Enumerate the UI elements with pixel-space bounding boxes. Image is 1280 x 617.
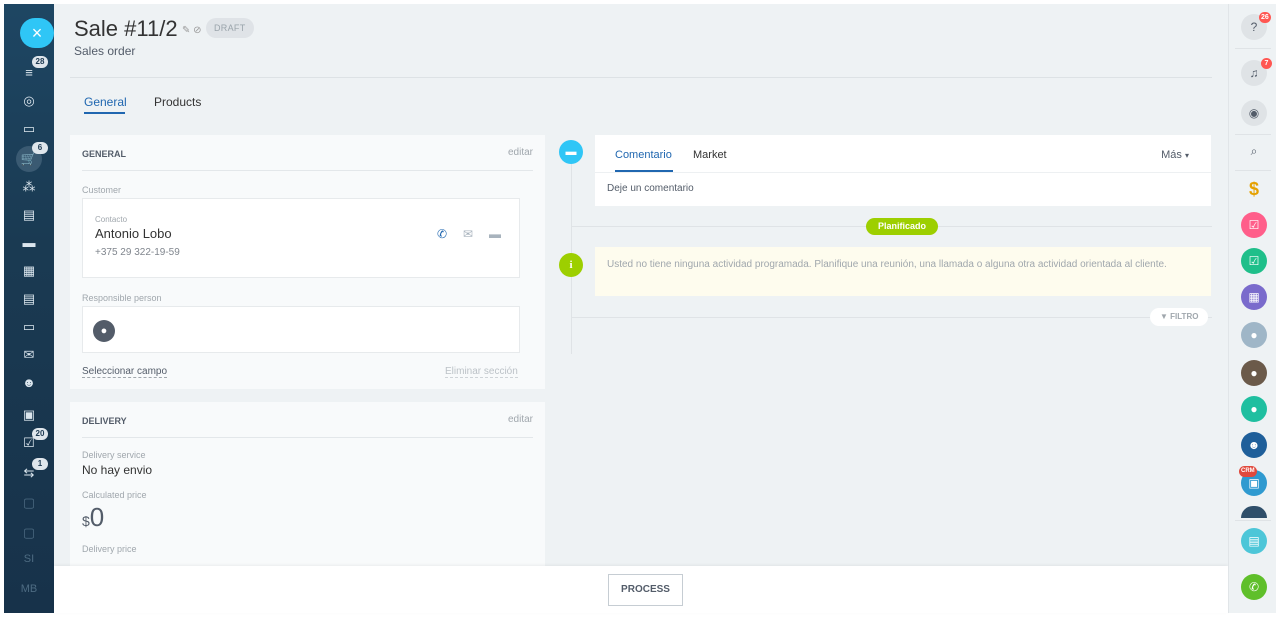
process-button[interactable]: PROCESS xyxy=(608,574,683,606)
delivery-edit-link[interactable]: editar xyxy=(508,414,533,425)
cart-badge: 6 xyxy=(32,142,48,154)
filter-icon: ▼ xyxy=(1160,312,1168,321)
delivery-service-value: No hay envio xyxy=(82,463,153,477)
divider xyxy=(1235,520,1271,521)
chat-icon[interactable]: ▬ xyxy=(18,232,40,254)
delivery-card: DELIVERY editar Delivery service No hay … xyxy=(70,402,545,572)
planned-badge: Planificado xyxy=(866,218,939,235)
help-badge: 26 xyxy=(1259,12,1271,23)
status-badge: DRAFT xyxy=(206,18,254,38)
share-icon[interactable]: ⁂ xyxy=(18,176,40,198)
window-icon[interactable]: ▭ xyxy=(18,118,40,140)
chat-icon[interactable]: ◉ xyxy=(1241,100,1267,126)
contact-card-icon[interactable]: ▣ xyxy=(18,404,40,426)
edit-link-icons[interactable]: ✎ ⊘ xyxy=(182,25,202,36)
currency-symbol: $ xyxy=(82,513,90,529)
contact-phone: +375 29 322-19-59 xyxy=(95,247,180,258)
phone-icon[interactable]: ✆ xyxy=(1241,574,1267,600)
close-icon[interactable]: × xyxy=(20,18,54,48)
header-divider xyxy=(70,77,1212,78)
email-icon[interactable]: ✉ xyxy=(463,227,473,241)
document-share-icon[interactable]: ▤ xyxy=(1241,528,1267,554)
filter-badge: 28 xyxy=(32,56,48,68)
user-avatar-1[interactable]: ● xyxy=(1241,322,1267,348)
tab-products[interactable]: Products xyxy=(154,95,201,109)
customer-label: Customer xyxy=(82,185,122,195)
divider xyxy=(1235,170,1271,171)
no-activity-notice: Usted no tiene ninguna actividad program… xyxy=(595,247,1211,296)
comment-icon: ▬ xyxy=(559,140,583,164)
box2-icon[interactable]: ▢ xyxy=(18,522,40,544)
calculated-price-value: $0 xyxy=(82,502,104,533)
main-panel: Sale #11/2 ✎ ⊘ DRAFT Sales order General… xyxy=(54,4,1228,613)
user-avatar-2[interactable]: ● xyxy=(1241,360,1267,386)
crm-badge: CRM xyxy=(1239,466,1257,477)
general-edit-link[interactable]: editar xyxy=(508,147,533,158)
divider xyxy=(82,170,533,171)
avatar: ● xyxy=(93,320,115,342)
group-icon[interactable]: ☻ xyxy=(18,372,40,394)
contact-card[interactable]: Contacto Antonio Lobo +375 29 322-19-59 … xyxy=(82,198,520,278)
chat-icon[interactable]: ▬ xyxy=(489,227,501,241)
filter-divider xyxy=(572,317,1212,318)
group-chat-icon[interactable]: ☻ xyxy=(1241,432,1267,458)
chevron-down-icon: ▾ xyxy=(1184,151,1189,160)
tab-general[interactable]: General xyxy=(84,95,127,109)
notify-badge: 7 xyxy=(1261,58,1272,69)
general-heading: GENERAL xyxy=(82,149,127,159)
filter-button[interactable]: ▼ FILTRO xyxy=(1150,308,1209,326)
comment-input[interactable]: Deje un comentario xyxy=(607,183,694,194)
bottom-bar: PROCESS xyxy=(54,566,1228,613)
more-menu[interactable]: Más ▾ xyxy=(1161,149,1189,161)
divider xyxy=(82,437,533,438)
search-icon[interactable]: ⌕ xyxy=(1241,138,1267,164)
flow-badge: 1 xyxy=(32,458,48,470)
tab-comentario[interactable]: Comentario xyxy=(615,149,672,161)
info-icon: i xyxy=(559,253,583,277)
more-label: Más xyxy=(1161,149,1182,161)
user-avatar-3[interactable] xyxy=(1241,506,1267,518)
tasks-green-icon[interactable]: ☑ xyxy=(1241,248,1267,274)
phone-icon[interactable]: ✆ xyxy=(437,227,447,241)
sidebar-item-mb[interactable]: MB xyxy=(18,578,40,600)
delivery-price-label: Delivery price xyxy=(82,544,137,554)
user-icon[interactable]: ● xyxy=(1241,396,1267,422)
calculated-price-label: Calculated price xyxy=(82,490,147,500)
responsible-label: Responsible person xyxy=(82,293,162,303)
divider xyxy=(1235,48,1271,49)
comment-editor: Comentario Market Más ▾ Deje un comentar… xyxy=(595,135,1211,206)
select-field-link[interactable]: Seleccionar campo xyxy=(82,366,168,378)
calendar-icon[interactable]: ▦ xyxy=(1241,284,1267,310)
delivery-service-label: Delivery service xyxy=(82,450,146,460)
responsible-field[interactable]: ● xyxy=(82,306,520,353)
document-icon[interactable]: ▤ xyxy=(18,288,40,310)
sidebar-item-si[interactable]: SI xyxy=(18,548,40,570)
target-icon[interactable]: ◎ xyxy=(18,90,40,112)
contact-type-label: Contacto xyxy=(95,215,128,224)
calendar-icon[interactable]: ▦ xyxy=(18,260,40,282)
delivery-heading: DELIVERY xyxy=(82,416,127,426)
page-title: Sale #11/2 xyxy=(74,16,178,41)
page-subtitle: Sales order xyxy=(74,44,136,58)
dollar-icon[interactable]: $ xyxy=(1241,176,1267,202)
contact-name[interactable]: Antonio Lobo xyxy=(95,226,172,241)
box-icon[interactable]: ▢ xyxy=(18,492,40,514)
drive-icon[interactable]: ▭ xyxy=(18,316,40,338)
divider xyxy=(1235,134,1271,135)
general-card: GENERAL editar Customer Contacto Antonio… xyxy=(70,135,545,389)
left-sidebar: × ≡ 28 ◎ ▭ 🛒 6 ⁂ ▤ ▬ ▦ ▤ ▭ ✉ ☻ ▣ ☑ 20 ⇆ … xyxy=(4,4,54,613)
divider xyxy=(595,172,1211,173)
tab-market[interactable]: Market xyxy=(693,149,727,161)
tasks-pink-icon[interactable]: ☑ xyxy=(1241,212,1267,238)
tasks-badge: 20 xyxy=(32,428,48,440)
mail-icon[interactable]: ✉ xyxy=(18,344,40,366)
tab-active-indicator xyxy=(84,112,125,114)
delete-section-link[interactable]: Eliminar sección xyxy=(445,366,518,378)
card-icon[interactable]: ▤ xyxy=(18,204,40,226)
right-sidebar: ? 26 ♫ 7 ◉ ⌕ $ ☑ ☑ ▦ ● ● ● ☻ ▣ CRM ▤ ✆ xyxy=(1228,4,1276,613)
filter-label: FILTRO xyxy=(1170,312,1199,321)
price-amount: 0 xyxy=(89,502,105,532)
